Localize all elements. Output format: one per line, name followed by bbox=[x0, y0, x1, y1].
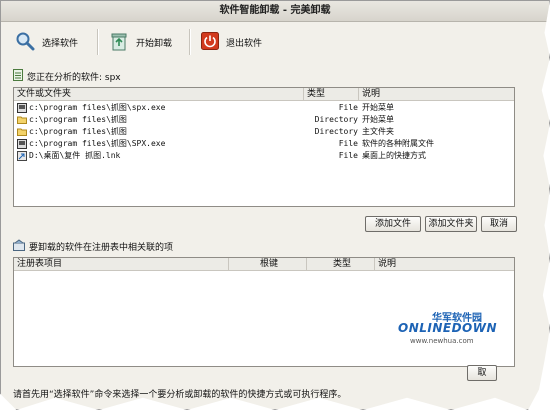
toolbar-separator bbox=[97, 29, 99, 55]
file-desc-cell: 软件的各种附属文件 bbox=[362, 139, 434, 148]
window-title: 软件智能卸载 - 完美卸载 bbox=[219, 5, 331, 16]
file-type-cell: File bbox=[338, 103, 358, 112]
watermark-url: www.newhua.com bbox=[410, 337, 474, 345]
file-type-cell: File bbox=[338, 139, 358, 148]
table-row[interactable]: D:\桌面\复件 抓图.lnk File 桌面上的快捷方式 bbox=[14, 150, 514, 162]
file-type-cell: Directory bbox=[314, 115, 358, 124]
watermark: 华军软件园 ONLINEDOWN www.newhua.com bbox=[396, 309, 521, 349]
start-uninstall-label: 开始卸载 bbox=[136, 38, 173, 49]
column-header-path[interactable]: 文件或文件夹 bbox=[14, 88, 304, 100]
file-type-cell: Directory bbox=[314, 127, 358, 136]
add-folder-button[interactable]: 添加文件夹 bbox=[425, 216, 477, 232]
column-header-registry-type[interactable]: 类型 bbox=[307, 258, 375, 270]
registry-section-label: 要卸载的软件在注册表中相关联的项 bbox=[13, 239, 173, 254]
toolbar-separator bbox=[189, 29, 191, 55]
add-file-button[interactable]: 添加文件 bbox=[365, 216, 421, 232]
shortcut-icon bbox=[17, 151, 27, 165]
registry-label-text: 要卸载的软件在注册表中相关联的项 bbox=[29, 243, 174, 253]
main-window: 软件智能卸载 - 完美卸载 选择软件 开始卸载 退出软件 您正在分析的软件: s… bbox=[0, 0, 550, 410]
file-desc-cell: 开始菜单 bbox=[362, 115, 394, 124]
column-header-desc[interactable]: 说明 bbox=[359, 88, 514, 100]
file-desc-cell: 桌面上的快捷方式 bbox=[362, 151, 426, 160]
watermark-brand: ONLINEDOWN bbox=[398, 321, 498, 335]
column-header-type[interactable]: 类型 bbox=[304, 88, 359, 100]
file-path-cell: c:\program files\抓图\SPX.exe bbox=[29, 139, 166, 148]
table-row[interactable]: c:\program files\抓图 Directory 开始菜单 bbox=[14, 114, 514, 126]
table-row[interactable]: c:\program files\抓图 Directory 主文件夹 bbox=[14, 126, 514, 138]
start-uninstall-button[interactable]: 开始卸载 bbox=[109, 29, 172, 55]
column-header-registry-desc[interactable]: 说明 bbox=[375, 258, 514, 270]
file-path-cell: D:\桌面\复件 抓图.lnk bbox=[29, 151, 121, 160]
footer-button[interactable]: 取 bbox=[467, 365, 497, 381]
toolbar: 选择软件 开始卸载 退出软件 bbox=[1, 23, 521, 61]
exit-software-label: 退出软件 bbox=[226, 38, 263, 49]
magnifier-icon bbox=[15, 31, 35, 54]
file-list[interactable]: 文件或文件夹 类型 说明 c:\program files\抓图\spx.exe… bbox=[13, 87, 515, 207]
file-path-cell: c:\program files\抓图\spx.exe bbox=[29, 103, 166, 112]
title-bar: 软件智能卸载 - 完美卸载 bbox=[1, 1, 549, 22]
analysis-label-text: 您正在分析的软件: spx bbox=[27, 73, 121, 83]
file-list-header: 文件或文件夹 类型 说明 bbox=[14, 88, 514, 101]
file-desc-cell: 主文件夹 bbox=[362, 127, 394, 136]
file-desc-cell: 开始菜单 bbox=[362, 103, 394, 112]
exit-software-button[interactable]: 退出软件 bbox=[201, 29, 262, 55]
column-header-root-key[interactable]: 根键 bbox=[229, 258, 307, 270]
table-row[interactable]: c:\program files\抓图\spx.exe File 开始菜单 bbox=[14, 102, 514, 114]
registry-icon bbox=[13, 239, 25, 254]
table-row[interactable]: c:\program files\抓图\SPX.exe File 软件的各种附属文件 bbox=[14, 138, 514, 150]
file-path-cell: c:\program files\抓图 bbox=[29, 115, 127, 124]
document-icon bbox=[13, 69, 23, 84]
analysis-section-label: 您正在分析的软件: spx bbox=[13, 69, 121, 84]
power-icon bbox=[201, 31, 219, 53]
column-header-registry-item[interactable]: 注册表项目 bbox=[14, 258, 229, 270]
select-software-label: 选择软件 bbox=[42, 38, 79, 49]
recycle-bin-icon bbox=[109, 30, 129, 55]
file-type-cell: File bbox=[338, 151, 358, 160]
file-path-cell: c:\program files\抓图 bbox=[29, 127, 127, 136]
cancel-button[interactable]: 取消 bbox=[481, 216, 517, 232]
select-software-button[interactable]: 选择软件 bbox=[15, 29, 78, 55]
status-text: 请首先用“选择软件”命令来选择一个要分析或卸载的软件的快捷方式或可执行程序。 bbox=[13, 390, 347, 400]
registry-list-header: 注册表项目 根键 类型 说明 bbox=[14, 258, 514, 271]
